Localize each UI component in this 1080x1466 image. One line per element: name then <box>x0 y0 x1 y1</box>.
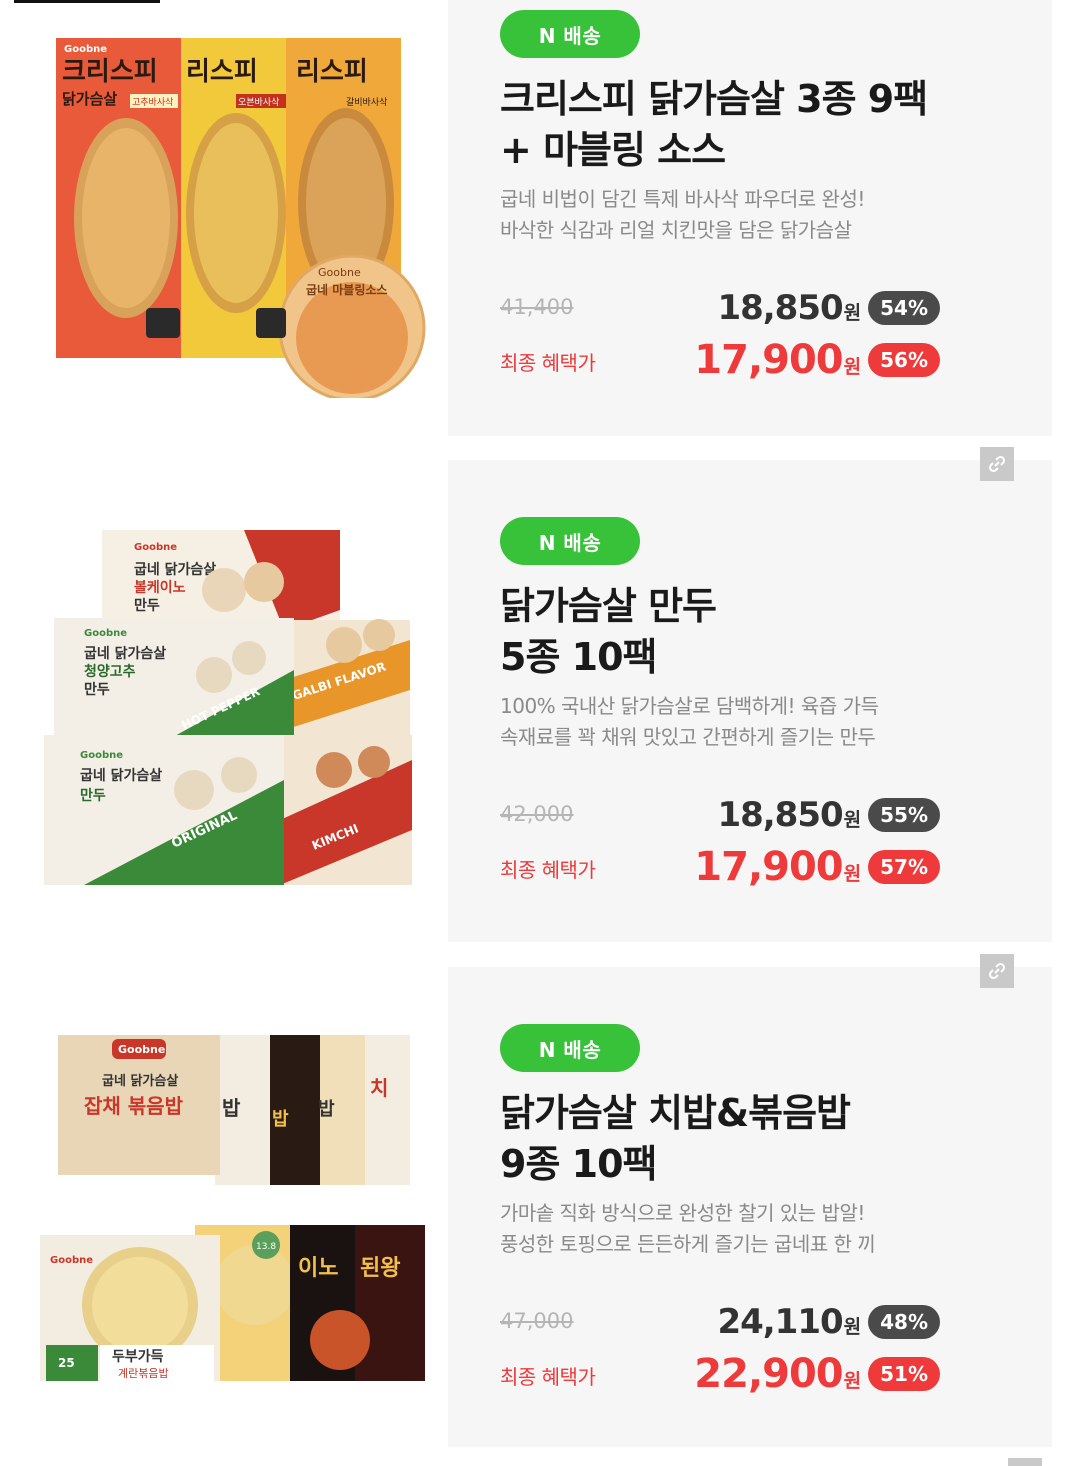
final-price-label: 최종 혜택가 <box>500 1365 596 1389</box>
share-link-button[interactable] <box>980 954 1014 988</box>
sale-price-row: 18,850원 54% <box>717 288 940 328</box>
product-card[interactable]: Goobne 굽네 닭가슴살 볼케이노 만두 GALBI FLAVOR Goob… <box>0 447 1080 942</box>
final-price-label: 최종 혜택가 <box>500 351 596 375</box>
original-price: 47,000 <box>500 1309 574 1333</box>
final-price-row: 17,900원 56% <box>694 337 940 383</box>
original-price: 42,000 <box>500 802 574 826</box>
svg-text:고추바사삭: 고추바사삭 <box>132 97 173 108</box>
sale-price: 18,850원 <box>717 288 861 328</box>
svg-text:치: 치 <box>370 1076 388 1100</box>
product-image[interactable]: Goobne 굽네 닭가슴살 볼케이노 만두 GALBI FLAVOR Goob… <box>44 530 416 890</box>
svg-text:오븐바사삭: 오븐바사삭 <box>238 97 279 108</box>
svg-text:리스피: 리스피 <box>296 57 368 87</box>
product-description: 굽네 비법이 담긴 특제 바사삭 파우더로 완성! 바삭한 식감과 리얼 치킨맛… <box>500 187 865 242</box>
sale-price-row: 24,110원 48% <box>717 1302 940 1342</box>
product-card[interactable]: Goobne 크리스피 리스피 리스피 닭가슴살 고추바사삭 오븐바사삭 갈비바… <box>0 0 1080 480</box>
svg-text:두부가득: 두부가득 <box>112 1349 164 1365</box>
sale-discount-badge: 55% <box>868 798 940 832</box>
final-price-row: 22,900원 51% <box>694 1351 940 1397</box>
svg-text:볼케이노: 볼케이노 <box>134 579 186 596</box>
svg-text:25: 25 <box>58 1356 75 1370</box>
delivery-badge: N 배송 <box>500 10 640 58</box>
product-image[interactable]: Goobne 크리스피 리스피 리스피 닭가슴살 고추바사삭 오븐바사삭 갈비바… <box>56 38 426 402</box>
delivery-badge: N 배송 <box>500 1024 640 1072</box>
product-title[interactable]: 크리스피 닭가슴살 3종 9팩 + 마블링 소스 <box>500 74 1020 176</box>
svg-text:밥: 밥 <box>222 1096 241 1120</box>
svg-text:Goobne: Goobne <box>118 1043 165 1056</box>
svg-text:Goobne: Goobne <box>50 1255 93 1266</box>
product-title[interactable]: 닭가슴살 만두 5종 10팩 <box>500 581 1020 683</box>
final-discount-badge: 57% <box>868 850 940 884</box>
sale-price-row: 18,850원 55% <box>717 795 940 835</box>
svg-text:굽네 닭가슴살: 굽네 닭가슴살 <box>84 645 166 662</box>
svg-text:계란볶음밥: 계란볶음밥 <box>118 1367 169 1380</box>
svg-text:13.8: 13.8 <box>256 1242 276 1252</box>
svg-text:닭가슴살: 닭가슴살 <box>62 90 117 108</box>
final-price: 17,900원 <box>694 337 861 383</box>
product-card[interactable]: 치 밥 밥 밥 Goobne 굽네 닭가슴살 잡채 볶음밥 13.8 이노 된왕… <box>0 954 1080 1447</box>
svg-text:만두: 만두 <box>80 788 106 804</box>
svg-text:Goobne: Goobne <box>84 628 127 639</box>
sale-discount-badge: 48% <box>868 1305 940 1339</box>
svg-text:굽네 닭가슴살: 굽네 닭가슴살 <box>134 561 216 578</box>
original-price: 41,400 <box>500 295 574 319</box>
brand-text: Goobne <box>64 44 107 55</box>
svg-text:밥: 밥 <box>318 1099 335 1120</box>
share-link-button[interactable] <box>980 447 1014 481</box>
svg-text:리스피: 리스피 <box>186 57 258 87</box>
product-description: 100% 국내산 닭가슴살로 담백하게! 육즙 가득 속재료를 꽉 채워 맛있고… <box>500 694 879 749</box>
svg-text:청양고추: 청양고추 <box>84 664 136 680</box>
svg-text:Goobne: Goobne <box>80 750 123 761</box>
svg-text:Goobne: Goobne <box>134 542 177 553</box>
final-discount-badge: 51% <box>868 1357 940 1391</box>
final-price-row: 17,900원 57% <box>694 844 940 890</box>
next-share-link-button[interactable] <box>1008 1458 1042 1466</box>
svg-text:잡채 볶음밥: 잡채 볶음밥 <box>84 1094 184 1118</box>
final-price-label: 최종 혜택가 <box>500 858 596 882</box>
product-image[interactable]: 치 밥 밥 밥 Goobne 굽네 닭가슴살 잡채 볶음밥 13.8 이노 된왕… <box>40 1035 426 1381</box>
svg-text:Goobne: Goobne <box>318 266 361 279</box>
svg-text:크리스피: 크리스피 <box>62 57 158 87</box>
svg-text:밥: 밥 <box>272 1109 289 1130</box>
final-discount-badge: 56% <box>868 343 940 377</box>
svg-text:굽네 닭가슴살: 굽네 닭가슴살 <box>102 1073 178 1089</box>
svg-text:굽네 닭가슴살: 굽네 닭가슴살 <box>80 767 162 784</box>
svg-text:갈비바사삭: 갈비바사삭 <box>346 97 387 108</box>
svg-text:된왕: 된왕 <box>360 1256 400 1281</box>
svg-text:이노: 이노 <box>298 1256 338 1281</box>
delivery-badge: N 배송 <box>500 517 640 565</box>
final-price: 17,900원 <box>694 844 861 890</box>
svg-text:만두: 만두 <box>134 598 160 614</box>
link-icon <box>988 962 1006 980</box>
link-icon <box>988 455 1006 473</box>
sale-price: 24,110원 <box>717 1302 861 1342</box>
svg-text:만두: 만두 <box>84 682 110 698</box>
sale-discount-badge: 54% <box>868 291 940 325</box>
product-title[interactable]: 닭가슴살 치밥&볶음밥 9종 10팩 <box>500 1088 1020 1190</box>
product-description: 가마솥 직화 방식으로 완성한 찰기 있는 밥알! 풍성한 토핑으로 든든하게 … <box>500 1201 876 1256</box>
svg-text:굽네 마블링소스: 굽네 마블링소스 <box>306 282 387 297</box>
final-price: 22,900원 <box>694 1351 861 1397</box>
sale-price: 18,850원 <box>717 795 861 835</box>
